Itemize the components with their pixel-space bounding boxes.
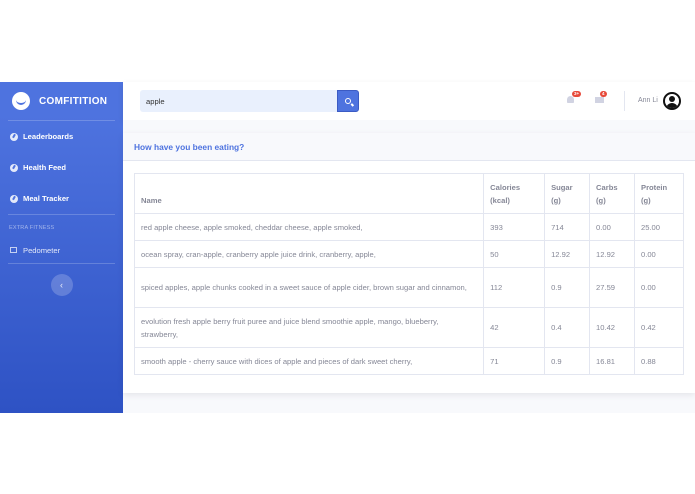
sidebar-item-meal-tracker[interactable]: Meal Tracker [0,183,123,214]
sidebar-divider [8,263,115,264]
table-header-row: Name Calories (kcal) Sugar (g) Carbs (g) Pr… [133,173,684,214]
cell-carbs: 0.00 [589,213,635,241]
sidebar: COMFITITION Leaderboards Health Feed Mea… [0,82,123,413]
cell-sugar: 12.92 [544,240,591,268]
cell-carbs: 27.59 [589,267,635,308]
cell-protein: 25.00 [634,213,684,241]
sidebar-toggle-wrap: ‹ [0,274,123,296]
cell-carbs: 10.42 [589,307,635,348]
sidebar-item-label: Pedometer [23,245,61,255]
cell-protein: 0.42 [634,307,684,348]
column-header-name[interactable]: Name [133,173,485,214]
cell-name: evolution fresh apple berry fruit puree … [133,307,485,348]
cell-name: spiced apples, apple chunks cooked in a … [133,267,485,308]
messages-badge: 4 [600,91,607,97]
envelope-icon [595,97,604,103]
column-header-protein[interactable]: Protein (g) [634,173,684,214]
column-header-sugar[interactable]: Sugar (g) [544,173,591,214]
main-content: How have you been eating? Name Calories (… [123,120,695,413]
cell-protein: 0.00 [634,267,684,308]
header-line: (g) [641,196,651,205]
sidebar-item-pedometer[interactable]: Pedometer [0,237,123,263]
dashboard-icon [10,132,18,141]
meal-card: How have you been eating? Name Calories (… [123,133,695,393]
search-button[interactable] [337,90,359,112]
messages-button[interactable]: 4 [595,91,607,104]
sidebar-item-label: Leaderboards [23,132,74,141]
sidebar-item-health-feed[interactable]: Health Feed [0,152,123,183]
dashboard-icon [10,163,18,172]
app-frame: COMFITITION Leaderboards Health Feed Mea… [0,82,695,413]
header-line: Carbs [596,183,618,192]
sidebar-heading: EXTRA FITNESS [9,225,55,231]
search-icon [345,98,351,104]
header-line: (g) [551,196,561,205]
search-form [140,90,359,112]
bell-icon [567,96,574,103]
cell-carbs: 12.92 [589,240,635,268]
cell-carbs: 16.81 [589,347,635,375]
header-line: Sugar [551,183,573,192]
column-header-carbs[interactable]: Carbs (g) [589,173,635,214]
header-line: (kcal) [490,196,510,205]
nutrition-table: Name Calories (kcal) Sugar (g) Carbs (g) Pr… [133,173,684,375]
cell-name: ocean spray, cran-apple, cranberry apple… [133,240,485,268]
cell-sugar: 0.4 [544,307,591,348]
cell-protein: 0.00 [634,240,684,268]
cell-sugar: 0.9 [544,347,591,375]
card-title: How have you been eating? [123,133,695,161]
chevron-left-icon: ‹ [60,280,63,290]
table-row[interactable]: ocean spray, cran-apple, cranberry apple… [133,240,684,268]
cell-calories: 71 [483,347,546,375]
sidebar-item-label: Meal Tracker [23,194,70,203]
brand[interactable]: COMFITITION [0,82,123,120]
header-line: Protein [641,183,668,192]
alerts-button[interactable]: 3+ [567,91,582,104]
sidebar-item-leaderboards[interactable]: Leaderboards [0,121,123,152]
cell-calories: 42 [483,307,546,348]
header-line: (g) [596,196,606,205]
cell-calories: 112 [483,267,546,308]
table-icon [10,247,17,253]
smile-logo-icon [12,92,30,110]
brand-name: COMFITITION [39,95,108,107]
cell-name: red apple cheese, apple smoked, cheddar … [133,213,485,241]
sidebar-toggle-button[interactable]: ‹ [50,274,73,296]
topbar: 3+ 4 Ann Li [123,82,695,120]
cell-protein: 0.88 [634,347,684,375]
table-row[interactable]: evolution fresh apple berry fruit puree … [133,307,684,348]
table-row[interactable]: spiced apples, apple chunks cooked in a … [133,267,684,308]
user-name[interactable]: Ann Li [638,97,658,104]
avatar[interactable] [663,92,681,110]
cell-sugar: 0.9 [544,267,591,308]
cell-sugar: 714 [544,213,591,241]
cell-calories: 50 [483,240,546,268]
table-row[interactable]: red apple cheese, apple smoked, cheddar … [133,213,684,241]
sidebar-item-label: Health Feed [23,163,67,172]
cell-calories: 393 [483,213,546,241]
search-input[interactable] [140,90,337,112]
dashboard-icon [10,194,18,203]
column-header-calories[interactable]: Calories (kcal) [483,173,546,214]
header-line: Calories [490,183,521,192]
cell-name: smooth apple - cherry sauce with dices o… [133,347,485,375]
topbar-divider [624,91,625,111]
table-row[interactable]: smooth apple - cherry sauce with dices o… [133,347,684,375]
alerts-badge: 3+ [572,91,582,97]
